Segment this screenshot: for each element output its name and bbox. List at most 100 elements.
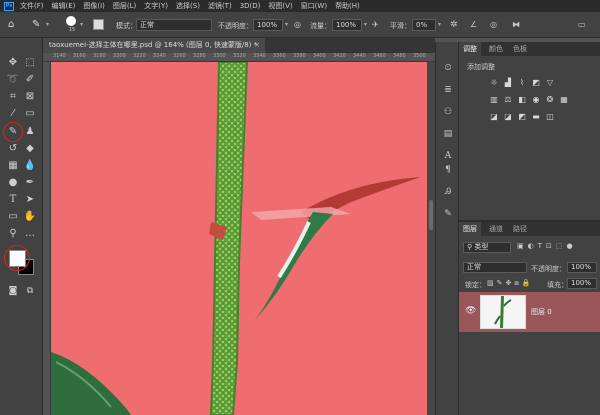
levels-icon[interactable]: ▟ — [503, 78, 513, 87]
layer-row[interactable]: 👁 图层 0 — [459, 292, 600, 332]
menu-help[interactable]: 帮助(H) — [335, 1, 360, 11]
pen-tool-icon[interactable]: ✒ — [23, 176, 37, 190]
menu-3d[interactable]: 3D(D) — [240, 2, 261, 10]
menu-view[interactable]: 视图(V) — [268, 1, 292, 11]
gradient-map-icon[interactable]: ▬ — [531, 112, 541, 121]
properties-icon[interactable]: ≣ — [442, 84, 454, 96]
gradient-tool-icon[interactable]: ▦ — [6, 159, 20, 173]
scrollbar-thumb[interactable] — [429, 200, 433, 230]
selective-color-icon[interactable]: ◫ — [545, 112, 555, 121]
eyedropper-tool-icon[interactable]: ⁄ — [6, 107, 20, 121]
brush-tool-icon[interactable]: ✎ — [32, 19, 44, 31]
eraser-tool-icon[interactable]: ◆ — [23, 142, 37, 156]
chevron-down-icon[interactable]: ▾ — [46, 19, 52, 31]
menu-file[interactable]: 文件(F) — [20, 1, 44, 11]
brightness-icon[interactable]: ☼ — [489, 78, 499, 87]
brush-tool-icon[interactable]: ✎ — [6, 125, 20, 139]
zoom-tool-icon[interactable]: ⚲ — [6, 227, 20, 241]
chevron-down-icon[interactable]: ▾ — [285, 19, 291, 31]
pressure-size-icon[interactable]: ◎ — [490, 19, 500, 31]
chevron-down-icon[interactable]: ▾ — [80, 19, 86, 31]
character-icon[interactable]: A — [442, 150, 454, 162]
document-tab[interactable]: taoxuemei-选择主体在哪里.psd @ 164% (图层 0, 快速蒙版… — [43, 38, 265, 53]
stamp-tool-icon[interactable]: ♟ — [23, 125, 37, 139]
vibrance-icon[interactable]: ▽ — [545, 78, 555, 87]
gear-icon[interactable]: ✲ — [450, 19, 460, 31]
blend-mode-select[interactable]: 正常 — [463, 262, 527, 273]
hue-saturation-icon[interactable]: ▥ — [489, 95, 499, 104]
glyphs-icon[interactable]: Ꭿ — [442, 186, 454, 198]
lasso-tool-icon[interactable]: ➰ — [6, 73, 20, 87]
mode-select[interactable]: 正常 — [136, 19, 212, 31]
angle-icon[interactable]: ∠ — [470, 19, 480, 31]
opacity-field[interactable]: 100% — [253, 19, 283, 31]
tab-layers[interactable]: 图层 — [459, 222, 481, 236]
layer-thumbnail[interactable] — [480, 295, 526, 329]
marquee-tool-icon[interactable]: ⬚ — [23, 56, 37, 70]
color-balance-icon[interactable]: ⚖ — [503, 95, 513, 104]
hand-tool-icon[interactable]: ✋ — [23, 210, 37, 224]
layer-name[interactable]: 图层 0 — [531, 307, 552, 317]
tab-channels[interactable]: 通道 — [485, 222, 507, 236]
home-icon[interactable]: ⌂ — [8, 19, 20, 31]
tab-adjustments[interactable]: 调整 — [459, 42, 481, 56]
menu-select[interactable]: 选择(S) — [176, 1, 200, 11]
threshold-icon[interactable]: ◩ — [517, 112, 527, 121]
menu-edit[interactable]: 编辑(E) — [52, 1, 76, 11]
screen-mode-icon[interactable]: ⧉ — [23, 284, 37, 298]
dodge-tool-icon[interactable]: ● — [6, 176, 20, 190]
pressure-opacity-icon[interactable]: ◎ — [294, 19, 304, 31]
tab-swatches[interactable]: 色板 — [509, 42, 531, 56]
tab-color[interactable]: 颜色 — [485, 42, 507, 56]
path-select-tool-icon[interactable]: ➤ — [23, 193, 37, 207]
menu-type[interactable]: 文字(Y) — [144, 1, 168, 11]
menu-layer[interactable]: 图层(L) — [113, 1, 136, 11]
brush-settings-icon[interactable]: ✎ — [442, 208, 454, 220]
fill-field[interactable]: 100% — [567, 278, 597, 289]
posterize-icon[interactable]: ◪ — [503, 112, 513, 121]
swatches-icon[interactable]: ⚇ — [442, 106, 454, 118]
curves-icon[interactable]: ⌇ — [517, 78, 527, 87]
crop-tool-icon[interactable]: ⌗ — [6, 90, 20, 104]
black-white-icon[interactable]: ◧ — [517, 95, 527, 104]
healing-tool-icon[interactable]: ▭ — [23, 107, 37, 121]
history-brush-icon[interactable]: ↺ — [6, 142, 20, 156]
type-tool-icon[interactable]: T — [6, 193, 20, 207]
move-tool-icon[interactable]: ✥ — [6, 56, 20, 70]
flow-field[interactable]: 100% — [332, 19, 362, 31]
brush-settings-icon[interactable] — [93, 19, 104, 30]
tab-paths[interactable]: 路径 — [509, 222, 531, 236]
blur-tool-icon[interactable]: 💧 — [23, 159, 37, 173]
chevron-down-icon[interactable]: ▾ — [438, 19, 444, 31]
smoothing-field[interactable]: 0% — [412, 19, 436, 31]
eye-icon[interactable]: 👁 — [465, 306, 476, 316]
frame-tool-icon[interactable]: ⊠ — [23, 90, 37, 104]
layer-opacity-field[interactable]: 100% — [567, 262, 597, 273]
libraries-icon[interactable]: ▤ — [442, 128, 454, 140]
workspace-icon[interactable]: ▭ — [578, 19, 588, 31]
symmetry-icon[interactable]: ⧓ — [512, 19, 522, 31]
quick-mask-icon[interactable]: ◙ — [6, 284, 20, 298]
layer-filter-icons[interactable]: ▣◐T⊡⬚● — [517, 242, 597, 253]
airbrush-icon[interactable]: ✈ — [372, 19, 382, 31]
more-tools-icon[interactable]: … — [23, 227, 37, 241]
shape-tool-icon[interactable]: ▭ — [6, 210, 20, 224]
brush-preset-icon[interactable] — [66, 16, 76, 26]
paragraph-icon[interactable]: ¶ — [442, 164, 454, 176]
invert-icon[interactable]: ◪ — [489, 112, 499, 121]
chevron-down-icon[interactable]: ▾ — [364, 19, 370, 31]
history-icon[interactable]: ⏲ — [442, 62, 454, 74]
close-icon[interactable]: × — [254, 38, 260, 53]
exposure-icon[interactable]: ◩ — [531, 78, 541, 87]
lock-icons[interactable]: ▨✎✥⧈🔒 — [487, 279, 534, 288]
menu-image[interactable]: 图像(I) — [83, 1, 105, 11]
layer-kind-filter[interactable]: ⚲ 类型 — [463, 242, 511, 253]
document-canvas[interactable] — [51, 62, 427, 415]
menu-filter[interactable]: 滤镜(T) — [208, 1, 232, 11]
quick-select-tool-icon[interactable]: ✐ — [23, 73, 37, 87]
photo-filter-icon[interactable]: ◉ — [531, 95, 541, 104]
menu-window[interactable]: 窗口(W) — [301, 1, 327, 11]
color-lookup-icon[interactable]: ▦ — [559, 95, 569, 104]
channel-mixer-icon[interactable]: ❂ — [545, 95, 555, 104]
vertical-scrollbar[interactable] — [427, 62, 435, 415]
